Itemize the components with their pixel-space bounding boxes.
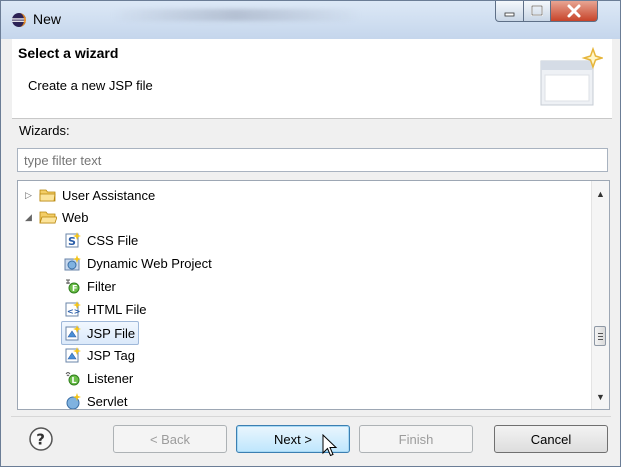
tree-item-listener[interactable]: L Listener (64, 367, 133, 389)
svg-text:S: S (68, 235, 76, 248)
tree-item-label: User Assistance (62, 187, 156, 203)
scroll-down-icon[interactable]: ▼ (596, 392, 605, 402)
tree-collapse-icon[interactable]: ◢ (25, 212, 39, 223)
eclipse-icon (12, 13, 26, 27)
tree-item-label: Dynamic Web Project (87, 255, 212, 271)
finish-button[interactable]: Finish (359, 425, 473, 453)
tree-item-dynamic-web-project[interactable]: Dynamic Web Project (64, 252, 212, 274)
folder-open-icon (39, 211, 57, 224)
wizard-tree[interactable]: ▷ User Assistance ◢ Web S CSS File Dynam… (17, 180, 610, 410)
tree-item-jsp-tag[interactable]: JSP Tag (64, 344, 135, 366)
jsp-tag-icon (65, 347, 81, 363)
tree-item-label: Filter (87, 278, 116, 294)
window-title: New (33, 11, 62, 27)
tree-item-servlet[interactable]: Servlet (64, 390, 128, 409)
tree-item-label: Servlet (87, 393, 128, 409)
back-button[interactable]: < Back (113, 425, 227, 453)
svg-text:<>: <> (67, 307, 80, 316)
filter-icon: F (66, 279, 80, 294)
header-description: Create a new JSP file (28, 78, 153, 93)
listener-icon: L (65, 372, 80, 386)
scroll-up-icon[interactable]: ▲ (596, 189, 605, 199)
jsp-file-icon (65, 325, 81, 341)
tree-item-html-file[interactable]: <> HTML File (64, 298, 146, 320)
minimize-icon (504, 12, 515, 17)
maximize-icon (531, 5, 543, 16)
help-icon[interactable]: ? (28, 426, 54, 452)
web-project-icon (64, 255, 81, 271)
folder-icon (39, 189, 56, 202)
new-wizard-dialog: New Select a wizard Create a new JSP fil… (0, 0, 621, 467)
tree-expand-icon[interactable]: ▷ (25, 190, 39, 201)
tree-item-label: JSP Tag (87, 347, 135, 363)
cancel-button[interactable]: Cancel (494, 425, 608, 453)
close-button[interactable] (550, 1, 598, 22)
wizards-label: Wizards: (19, 123, 70, 138)
tree-item-jsp-file[interactable]: JSP File (61, 321, 140, 345)
header-title: Select a wizard (18, 45, 119, 61)
tree-item-css-file[interactable]: S CSS File (64, 229, 138, 251)
tree-item-label: CSS File (87, 232, 139, 248)
title-bar[interactable]: New (1, 1, 620, 39)
wizard-header: Select a wizard Create a new JSP file (12, 39, 612, 119)
tree-item-user-assistance[interactable]: ▷ User Assistance (25, 184, 155, 206)
tree-item-label: HTML File (87, 301, 147, 317)
blurred-title-text (111, 9, 361, 21)
tree-item-label: Listener (87, 370, 134, 386)
css-file-icon: S (65, 232, 81, 248)
scroll-thumb[interactable] (594, 326, 606, 346)
tree-item-filter[interactable]: F Filter (64, 275, 116, 297)
tree-item-label: JSP File (87, 325, 136, 341)
servlet-icon (66, 393, 81, 409)
mouse-cursor-icon (322, 434, 338, 457)
filter-input[interactable] (17, 148, 608, 172)
html-file-icon: <> (65, 301, 81, 317)
svg-text:?: ? (36, 431, 45, 449)
tree-item-web[interactable]: ◢ Web (25, 206, 89, 228)
minimize-button[interactable] (495, 1, 524, 22)
new-wizard-banner-icon (540, 47, 603, 106)
svg-text:F: F (72, 284, 77, 293)
vertical-scrollbar[interactable]: ▲ ▼ (591, 181, 609, 409)
maximize-button[interactable] (523, 1, 551, 22)
close-icon (567, 4, 581, 18)
button-bar-separator (11, 416, 611, 417)
tree-item-label: Web (62, 209, 89, 225)
svg-text:L: L (72, 376, 77, 385)
